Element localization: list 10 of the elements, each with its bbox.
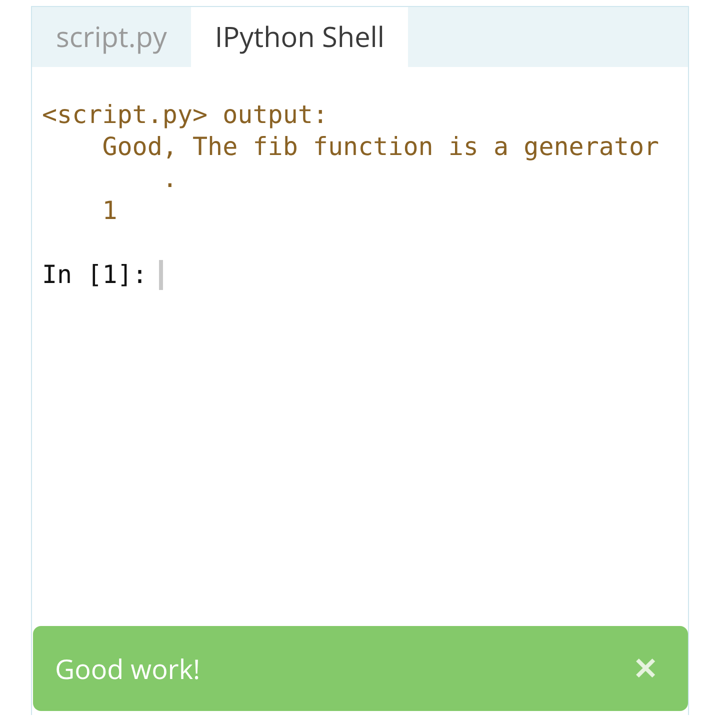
output-line: . [161, 163, 178, 195]
tab[interactable]: IPython Shell [190, 7, 408, 67]
output-header: <script.py> output: [42, 99, 329, 131]
tab[interactable]: script.py [32, 7, 191, 67]
output-line: Good, The fib function is a generator [101, 131, 660, 163]
output-line: 1 [101, 195, 118, 227]
text-cursor [159, 260, 164, 290]
input-prompt: In [1]: [42, 259, 148, 291]
close-button[interactable]: ✕ [633, 650, 658, 686]
toast-message: Good work! [55, 650, 200, 687]
